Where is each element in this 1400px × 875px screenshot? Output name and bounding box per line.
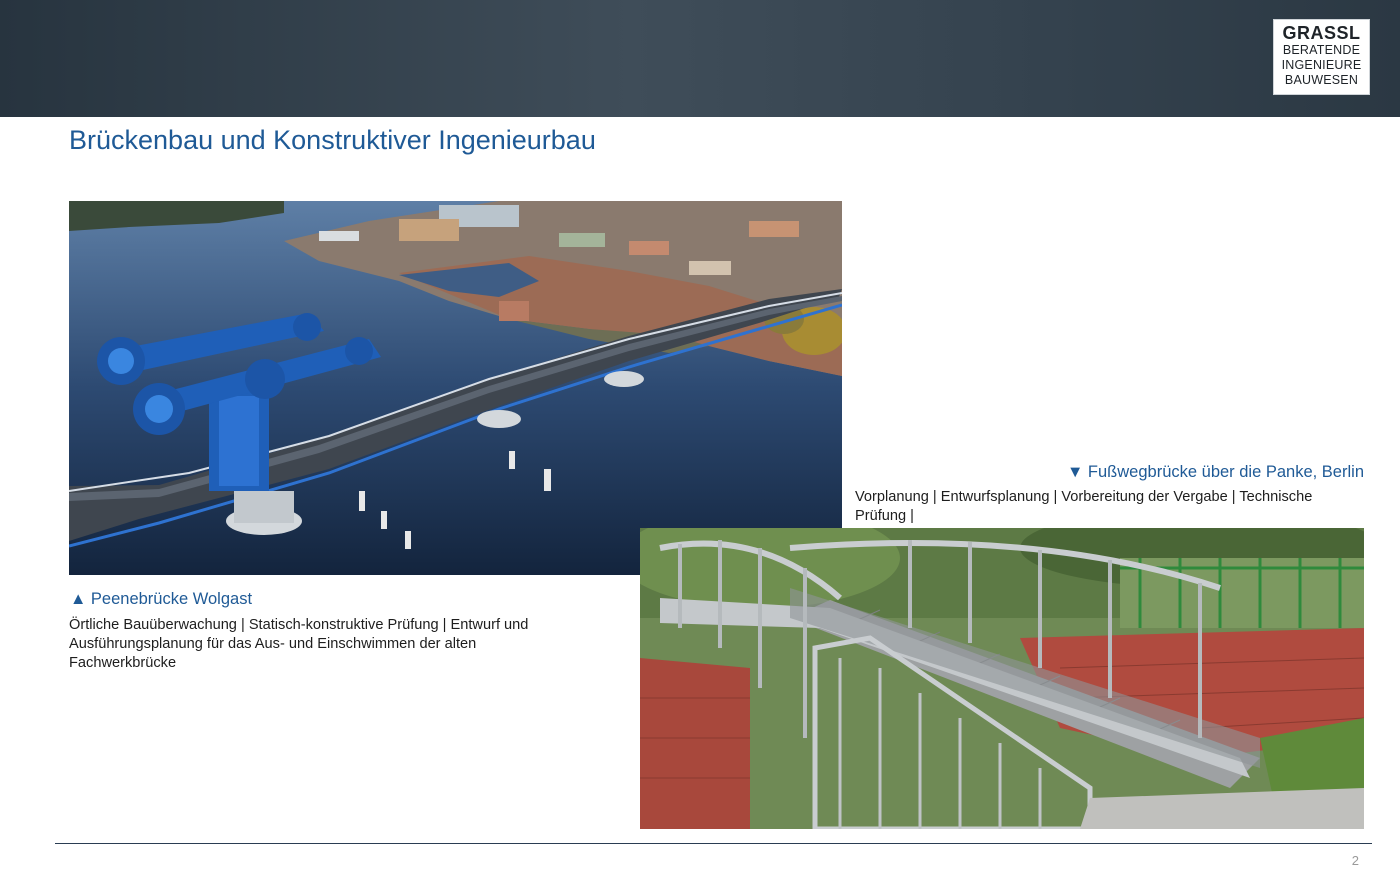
footer-divider [55,843,1372,844]
panke-bridge-caption-description: Vorplanung | Entwurfsplanung | Vorbereit… [855,489,1313,524]
logo-line-4: BAUWESEN [1284,73,1359,87]
peene-bridge-photo [69,201,842,575]
page-title: Brückenbau und Konstruktiver Ingenieurba… [69,125,596,155]
panke-bridge-photo [640,528,1364,829]
company-logo: GRASSL BERATENDE INGENIEURE BAUWESEN [1273,19,1370,95]
page-number: 2 [1351,853,1359,868]
logo-line-1: GRASSL [1282,23,1361,43]
logo-line-3: INGENIEURE [1281,58,1362,72]
peene-bridge-caption-description: Örtliche Bauüberwachung | Statisch-konst… [69,617,529,671]
logo-line-2: BERATENDE [1282,43,1361,57]
peene-bridge-caption-title: ▲ Peenebrücke Wolgast [70,590,253,608]
header-bar [0,0,1400,117]
panke-bridge-caption-title: ▼ Fußwegbrücke über die Panke, Berlin [1067,463,1364,481]
